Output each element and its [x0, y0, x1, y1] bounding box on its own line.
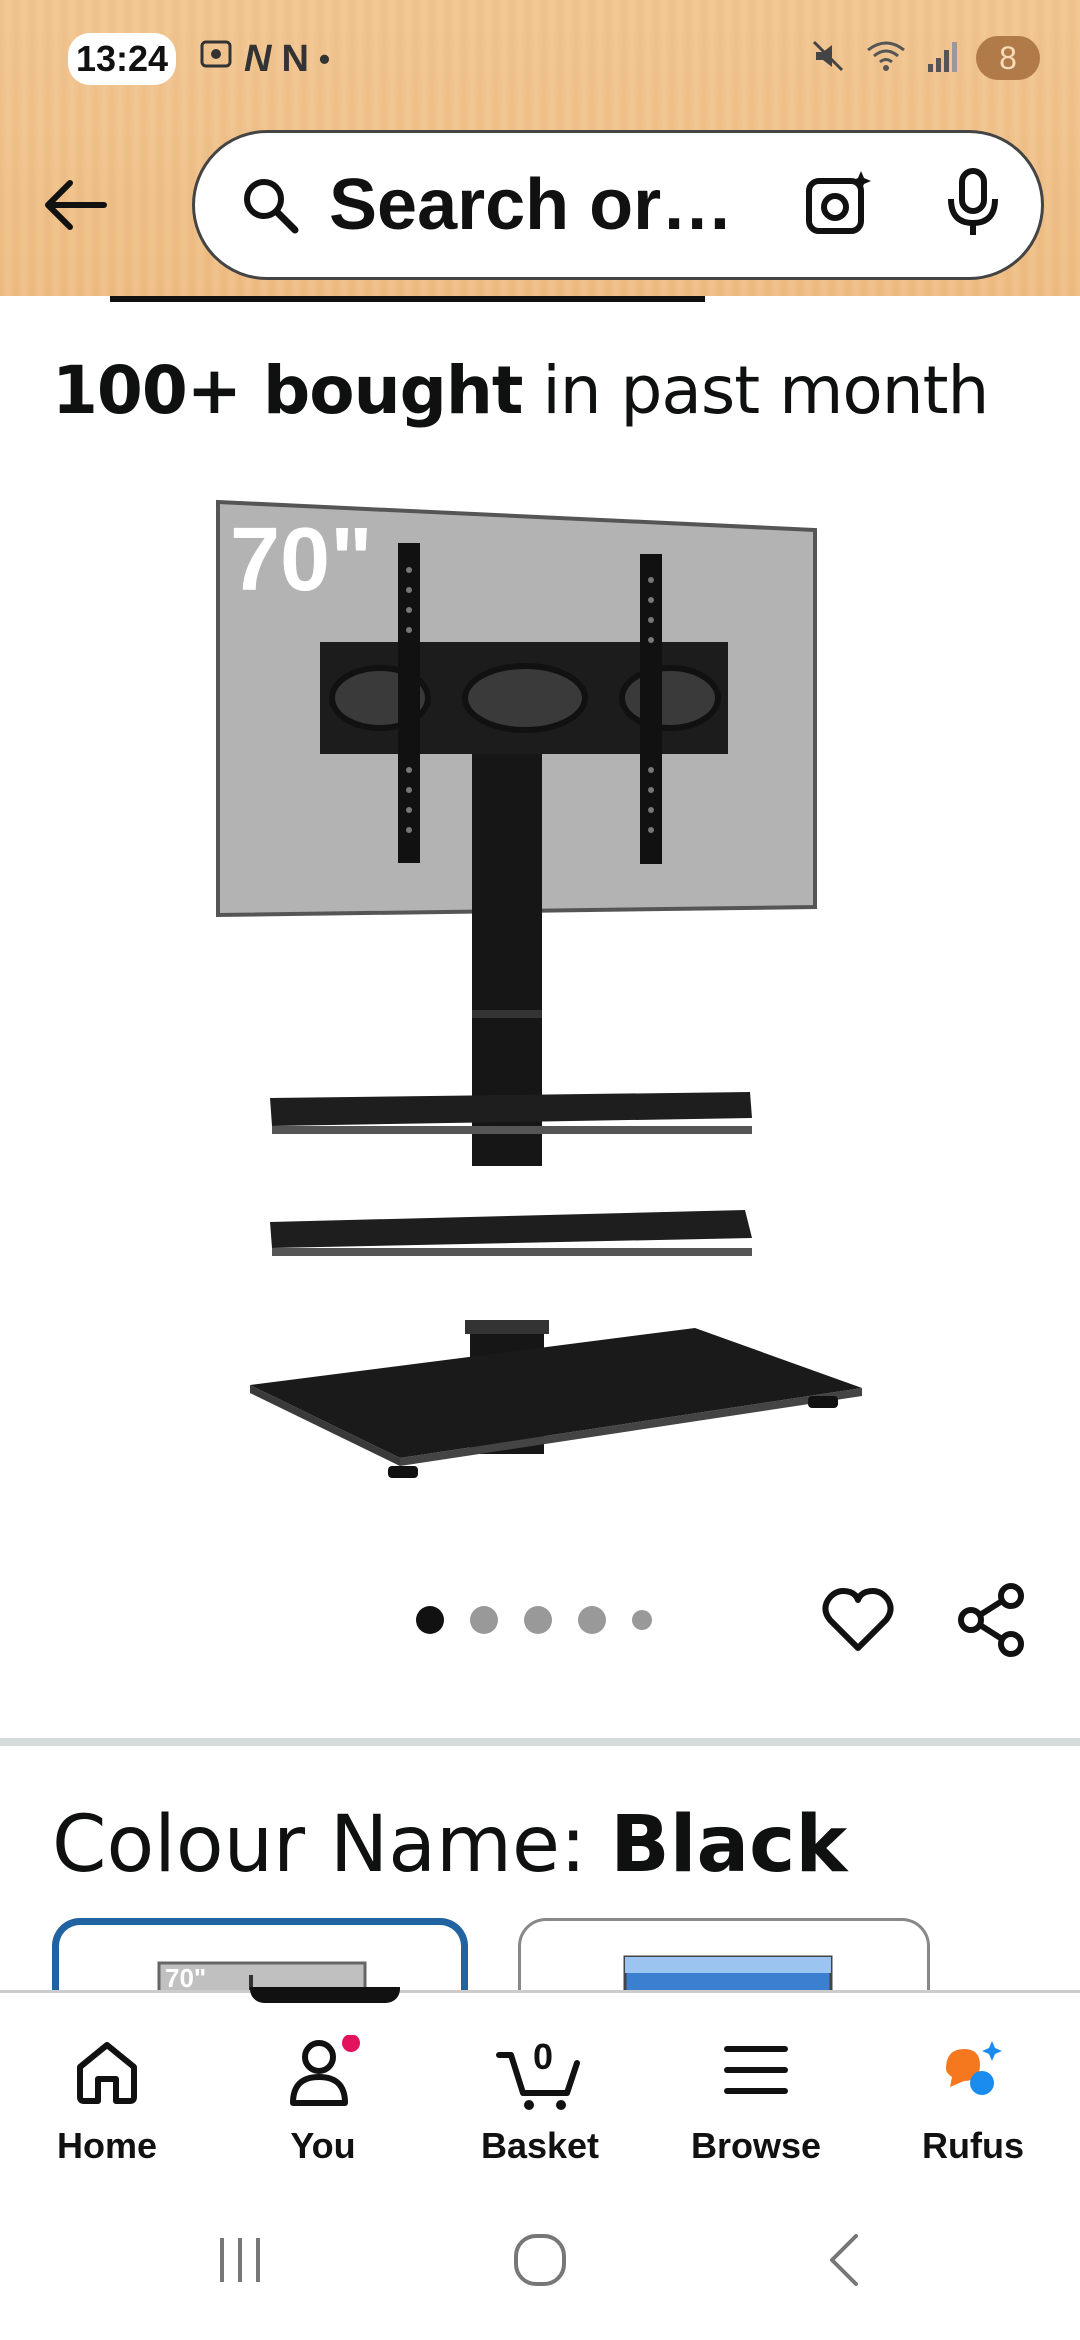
status-right-icons: 8	[810, 36, 1040, 80]
camera-lens-icon	[806, 170, 871, 234]
nav-item-you[interactable]: You	[233, 2013, 413, 2166]
carousel-dot[interactable]	[470, 1606, 498, 1634]
home-system-button[interactable]	[500, 2225, 580, 2295]
nav-item-home[interactable]: Home	[17, 2013, 197, 2166]
truncated-link-underline	[110, 296, 705, 302]
colour-value: Black	[610, 1800, 848, 1890]
nav-label-basket: Basket	[480, 2125, 600, 2166]
nav-item-basket[interactable]: 0 Basket	[450, 2013, 630, 2166]
colour-label: Colour Name:	[52, 1800, 587, 1890]
heart-icon	[822, 1588, 894, 1651]
recent-apps-button[interactable]	[200, 2225, 280, 2295]
nav-active-indicator	[250, 1987, 400, 2003]
basket-icon: 0	[496, 2036, 580, 2110]
mute-icon	[810, 38, 846, 79]
nav-label-you: You	[290, 2125, 356, 2166]
status-left-icons: N N •	[198, 36, 330, 82]
menu-icon	[724, 2046, 788, 2094]
n-app-icon-outline: N	[281, 38, 309, 80]
recent-apps-icon	[220, 2238, 260, 2282]
purchase-count-bold: 100+ bought	[52, 352, 523, 429]
status-time: 13:24	[68, 33, 177, 85]
nav-label-home: Home	[56, 2125, 158, 2166]
status-bar: 13:24 N N • 8	[0, 0, 1080, 120]
nav-item-browse[interactable]: Browse	[666, 2013, 846, 2166]
lower-shelf	[270, 1210, 752, 1248]
search-placeholder: Search or…	[329, 165, 734, 245]
carousel-dot[interactable]	[632, 1610, 652, 1630]
basket-count: 0	[533, 2036, 553, 2077]
home-circle-icon	[514, 2234, 566, 2286]
n-app-icon: N	[244, 38, 272, 80]
nav-label-browse: Browse	[690, 2125, 822, 2166]
section-divider	[0, 1738, 1080, 1746]
camera-lens-button[interactable]	[803, 167, 875, 244]
product-image[interactable]: 70"	[190, 480, 890, 1490]
upper-shelf	[270, 1092, 752, 1126]
nav-item-rufus[interactable]: Rufus	[883, 2013, 1063, 2166]
notification-dot: •	[318, 41, 331, 77]
system-navigation-bar	[0, 2170, 1080, 2340]
purchase-count-suffix: in past month	[522, 352, 989, 429]
bottom-navigation: Home You 0 Basket Browse Rufus	[0, 1987, 1080, 2170]
search-input[interactable]: Search or…	[192, 130, 1044, 280]
signal-icon	[926, 38, 958, 79]
search-row: Search or…	[0, 120, 1080, 296]
carousel-dot[interactable]	[416, 1606, 444, 1634]
carousel-dots[interactable]	[416, 1606, 652, 1634]
arrow-left-icon	[45, 180, 107, 230]
chevron-left-icon	[830, 2234, 858, 2286]
back-system-button[interactable]	[805, 2225, 885, 2295]
user-icon	[290, 2035, 360, 2106]
colour-selector-label: Colour Name: Black	[52, 1800, 847, 1890]
microphone-icon	[948, 167, 998, 235]
rufus-icon	[946, 2041, 1002, 2095]
microphone-button[interactable]	[945, 167, 1001, 244]
share-icon	[958, 1583, 1024, 1657]
battery-indicator: 8	[976, 36, 1040, 80]
carousel-dot[interactable]	[578, 1606, 606, 1634]
nav-label-rufus: Rufus	[922, 2125, 1024, 2166]
tv-size-label: 70"	[230, 510, 373, 610]
home-icon	[77, 2042, 137, 2104]
add-to-wishlist-button[interactable]	[820, 1582, 896, 1658]
back-button[interactable]	[30, 160, 120, 250]
swatch-size-label: 70"	[165, 1963, 206, 1993]
share-button[interactable]	[955, 1582, 1031, 1658]
screenshot-icon	[198, 36, 234, 82]
purchase-count: 100+ bought in past month	[52, 352, 989, 429]
wifi-icon	[864, 38, 908, 79]
carousel-dot[interactable]	[524, 1606, 552, 1634]
search-icon	[244, 179, 299, 234]
